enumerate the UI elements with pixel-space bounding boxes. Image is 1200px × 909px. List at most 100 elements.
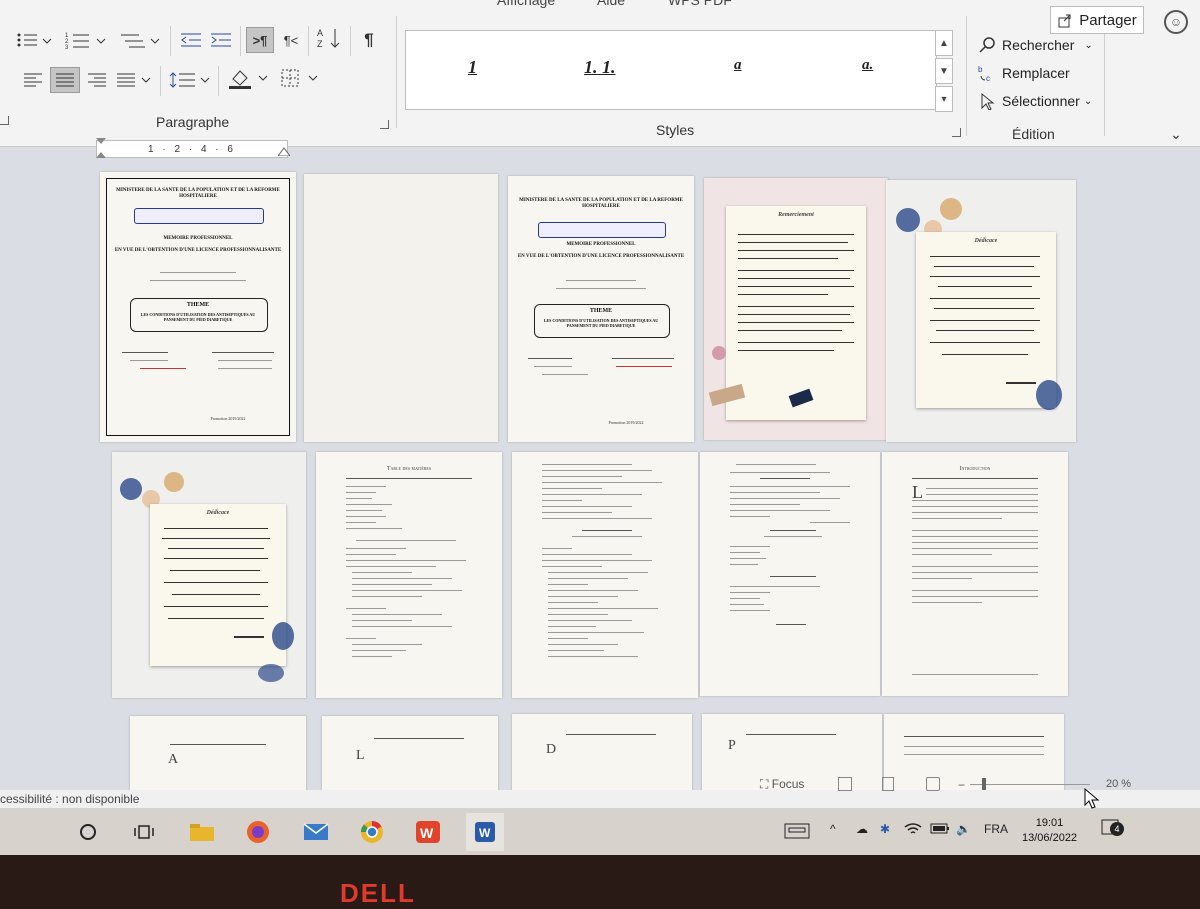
line-spacing-button[interactable] [168,68,212,92]
language-indicator[interactable]: FRA [984,822,1008,836]
align-distributed-button[interactable] [114,68,154,92]
dedicace-title: Dédicace [974,238,998,244]
keyboard-icon[interactable] [784,822,810,843]
style-item-heading-3[interactable]: a [734,57,742,74]
zoom-level[interactable]: 20 % [1106,778,1131,790]
decrease-indent-button[interactable] [178,28,204,52]
replace-button[interactable]: bc Remplacer [978,64,1070,82]
clock[interactable]: 19:01 13/06/2022 [1022,816,1077,846]
text-line [738,330,842,331]
zoom-slider[interactable] [970,784,1090,785]
notification-center-button[interactable]: 4 [1100,816,1124,840]
page-thumbnail-toc-2[interactable] [512,452,698,698]
page-thumbnail-row3-1[interactable]: A [130,716,306,796]
page-thumbnail-blank[interactable] [304,174,498,442]
sort-button[interactable]: AZ [314,26,344,50]
svg-text:3: 3 [65,45,69,49]
pilcrow-icon: ¶ [364,30,374,49]
page-thumbnail-row3-2[interactable]: L [322,716,498,796]
style-item-heading-2[interactable]: 1. 1. [584,57,616,78]
collapse-ribbon-button[interactable]: ⌄ [1166,122,1186,146]
borders-button[interactable] [278,66,322,90]
zoom-slider-thumb[interactable] [982,778,986,790]
chevron-down-icon: ▼ [939,65,949,77]
wps-office-icon[interactable]: W [414,818,442,846]
indent-marker-icon[interactable] [96,138,106,158]
shading-button[interactable] [226,66,272,90]
bullets-button[interactable] [14,28,56,52]
bluetooth-icon[interactable]: ✱ [880,822,890,836]
volume-icon[interactable]: 🔉 [956,822,971,836]
page-thumbnail-row3-3[interactable]: D [512,714,692,794]
print-layout-icon[interactable] [882,777,894,791]
chevron-up-icon[interactable]: ^ [830,822,836,836]
page-thumbnail-introduction[interactable]: Introduction L [882,452,1068,696]
page-thumbnail-toc-1[interactable]: Table des matières [316,452,502,698]
read-mode-icon[interactable] [838,777,852,791]
text-line [912,542,1038,543]
tab-wps-pdf[interactable]: WPS PDF [668,0,732,8]
align-justify-button[interactable] [50,67,80,93]
search-icon[interactable] [74,818,102,846]
paragraph-dialog-launcher-icon[interactable] [380,120,389,129]
styles-scroll-down-button[interactable]: ▼ [935,58,953,84]
styles-expand-button[interactable]: ▾ [935,86,953,112]
text-line [912,536,1038,537]
align-left-button[interactable] [20,68,46,92]
styles-scroll-up-button[interactable]: ▲ [935,30,953,56]
align-right-button[interactable] [84,68,110,92]
focus-mode-button[interactable]: ⛶ Focus [760,777,804,792]
tab-affichage[interactable]: Affichage [497,0,555,8]
page-thumbnail-remerciement[interactable]: Remerciement [704,178,888,440]
replace-label: Remplacer [1002,65,1070,81]
focus-label: Focus [771,777,805,791]
page-thumbnail-cover[interactable]: MINISTERE DE LA SANTE DE LA POPULATION E… [100,172,296,442]
toc-entry [352,614,442,615]
numbering-icon: 123 [65,33,106,49]
numbering-button[interactable]: 123 [64,28,110,52]
chrome-icon[interactable] [358,818,386,846]
page-thumbnail-cover-copy[interactable]: MINISTERE DE LA SANTE DE LA POPULATION E… [508,176,694,442]
zoom-out-button[interactable]: − [958,778,965,792]
dropcap-letter: P [728,738,736,753]
toc-entry [730,604,764,605]
page-thumbnail-row3-5[interactable] [884,714,1064,794]
tab-aide[interactable]: Aide [597,0,625,8]
increase-indent-button[interactable] [208,28,234,52]
rtl-direction-button[interactable]: ¶< [278,28,304,52]
feedback-smiley-icon[interactable]: ☺ [1164,10,1188,34]
text-line [912,572,1038,573]
firefox-icon[interactable] [244,818,272,846]
style-item-heading-1[interactable]: 1 [468,57,477,78]
onedrive-icon[interactable]: ☁ [856,822,868,836]
title-rule [912,478,1038,479]
styles-gallery[interactable]: 1 1. 1. a a. [405,30,937,110]
styles-dialog-launcher-icon[interactable] [952,128,961,137]
file-explorer-icon[interactable] [188,818,216,846]
share-button[interactable]: Partager [1050,6,1144,34]
horizontal-ruler[interactable]: 1 · 2 · 4 · 6 [96,140,288,158]
toc-entry [352,590,462,591]
accessibility-status[interactable]: cessibilité : non disponible [0,792,139,806]
page-thumbnail-dedicace-1[interactable]: Dédicace [886,180,1076,442]
ltr-direction-button[interactable]: >¶ [246,27,274,53]
task-view-icon[interactable] [130,818,158,846]
show-marks-button[interactable]: ¶ [356,28,382,52]
document-area[interactable]: MINISTERE DE LA SANTE DE LA POPULATION E… [0,160,1200,796]
web-layout-icon[interactable] [926,777,940,791]
increase-indent-icon [211,33,231,47]
font-dialog-launcher-icon[interactable] [0,116,9,125]
right-indent-marker-icon[interactable] [277,142,291,157]
page-thumbnail-toc-3[interactable] [700,452,880,696]
word-icon[interactable]: W [466,813,504,851]
mail-icon[interactable] [302,818,330,846]
dropcap-letter: D [546,742,557,757]
battery-icon[interactable] [930,822,950,837]
toc-entry [352,596,422,597]
select-button[interactable]: Sélectionner ⌄ [978,92,1092,110]
page-thumbnail-dedicace-2[interactable]: Dédicace [112,452,306,698]
find-button[interactable]: Rechercher ⌄ [978,36,1093,54]
wifi-icon[interactable] [904,822,922,839]
style-item-heading-4[interactable]: a. [862,57,873,74]
multilevel-list-button[interactable] [118,28,162,52]
